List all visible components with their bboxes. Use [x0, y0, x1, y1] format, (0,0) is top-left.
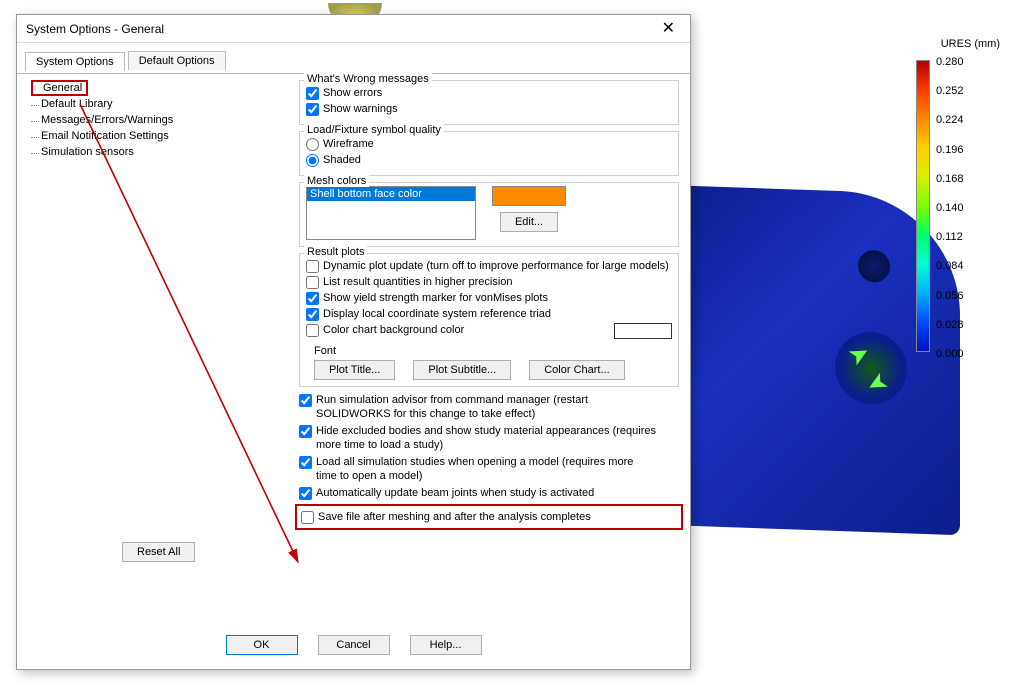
font-label: Font — [314, 345, 672, 357]
hide-excluded-label: Hide excluded bodies and show study mate… — [316, 424, 656, 452]
mesh-color-item[interactable]: Shell bottom face color — [307, 187, 475, 201]
legend-gradient-bar — [916, 60, 930, 352]
wireframe-radio[interactable] — [306, 138, 319, 151]
load-fixture-group: Load/Fixture symbol quality Wireframe Sh… — [299, 131, 679, 176]
legend-title: URES (mm) — [936, 38, 1000, 50]
plot-title-button[interactable]: Plot Title... — [314, 360, 395, 380]
dialog-title: System Options - General — [26, 15, 164, 43]
color-bg-label: Color chart background color — [323, 323, 464, 337]
show-errors-label: Show errors — [323, 86, 382, 100]
tree-item-email[interactable]: Email Notification Settings — [31, 128, 256, 144]
run-advisor-checkbox[interactable] — [299, 394, 312, 407]
show-warnings-label: Show warnings — [323, 102, 398, 116]
bg-color-swatch — [614, 323, 672, 339]
color-swatch — [492, 186, 566, 206]
save-after-label: Save file after meshing and after the an… — [318, 510, 591, 524]
fea-model-render: ➤ ➤ — [660, 185, 960, 535]
auto-beam-label: Automatically update beam joints when st… — [316, 486, 594, 500]
settings-panel: What's Wrong messages Show errors Show w… — [299, 80, 679, 529]
legend-tick: 0.252 — [936, 85, 964, 114]
shaded-label: Shaded — [323, 153, 361, 167]
legend-tick: 0.028 — [936, 319, 964, 348]
plot-subtitle-button[interactable]: Plot Subtitle... — [413, 360, 511, 380]
dialog-button-row: OK Cancel Help... — [17, 635, 690, 655]
legend-tick: 0.056 — [936, 290, 964, 319]
legend-tick: 0.196 — [936, 144, 964, 173]
cancel-button[interactable]: Cancel — [318, 635, 390, 655]
legend-tick: 0.000 — [936, 348, 964, 377]
tab-system-options[interactable]: System Options — [25, 52, 125, 71]
tree-item-general[interactable]: General — [31, 80, 88, 96]
high-precision-checkbox[interactable] — [306, 276, 319, 289]
legend-tick: 0.280 — [936, 56, 964, 85]
shaded-radio[interactable] — [306, 154, 319, 167]
yield-marker-label: Show yield strength marker for vonMises … — [323, 291, 548, 305]
tab-default-options[interactable]: Default Options — [128, 51, 226, 70]
local-triad-label: Display local coordinate system referenc… — [323, 307, 551, 321]
legend-tick: 0.168 — [936, 173, 964, 202]
high-precision-label: List result quantities in higher precisi… — [323, 275, 513, 289]
yield-marker-checkbox[interactable] — [306, 292, 319, 305]
color-bg-checkbox[interactable] — [306, 324, 319, 337]
reset-all-button[interactable]: Reset All — [122, 542, 195, 562]
load-all-label: Load all simulation studies when opening… — [316, 455, 656, 483]
tab-row: System Options Default Options — [25, 51, 690, 73]
result-color-legend: URES (mm) 0.280 0.252 0.224 0.196 0.168 … — [936, 38, 1000, 56]
group-title: Load/Fixture symbol quality — [304, 124, 444, 136]
result-plots-group: Result plots Dynamic plot update (turn o… — [299, 253, 679, 387]
show-warnings-checkbox[interactable] — [306, 103, 319, 116]
model-hole — [858, 250, 890, 283]
dynamic-update-label: Dynamic plot update (turn off to improve… — [323, 259, 669, 273]
system-options-dialog: System Options - General ✕ System Option… — [16, 14, 691, 670]
tree-item-messages[interactable]: Messages/Errors/Warnings — [31, 112, 256, 128]
run-advisor-label: Run simulation advisor from command mana… — [316, 393, 656, 421]
group-title: Result plots — [304, 246, 367, 258]
hide-excluded-checkbox[interactable] — [299, 425, 312, 438]
auto-beam-checkbox[interactable] — [299, 487, 312, 500]
mesh-colors-group: Mesh colors Shell bottom face color Edit… — [299, 182, 679, 247]
legend-tick: 0.224 — [936, 114, 964, 143]
help-button[interactable]: Help... — [410, 635, 482, 655]
model-fixture-region — [835, 331, 907, 406]
group-title: What's Wrong messages — [304, 73, 432, 85]
legend-tick: 0.140 — [936, 202, 964, 231]
close-icon[interactable]: ✕ — [656, 15, 681, 43]
edit-color-button[interactable]: Edit... — [500, 212, 558, 232]
ok-button[interactable]: OK — [226, 635, 298, 655]
wireframe-label: Wireframe — [323, 137, 374, 151]
legend-ticks: 0.280 0.252 0.224 0.196 0.168 0.140 0.11… — [936, 56, 964, 377]
tree-item-sim-sensors[interactable]: Simulation sensors — [31, 144, 256, 160]
dynamic-update-checkbox[interactable] — [306, 260, 319, 273]
color-chart-button[interactable]: Color Chart... — [529, 360, 624, 380]
group-title: Mesh colors — [304, 175, 369, 187]
local-triad-checkbox[interactable] — [306, 308, 319, 321]
tab-content: General Default Library Messages/Errors/… — [17, 73, 690, 639]
show-errors-checkbox[interactable] — [306, 87, 319, 100]
legend-tick: 0.084 — [936, 260, 964, 289]
extra-options: Run simulation advisor from command mana… — [299, 393, 679, 526]
load-all-checkbox[interactable] — [299, 456, 312, 469]
mesh-colors-listbox[interactable]: Shell bottom face color — [306, 186, 476, 240]
tree-item-default-library[interactable]: Default Library — [31, 96, 256, 112]
legend-tick: 0.112 — [936, 231, 964, 260]
options-tree: General Default Library Messages/Errors/… — [31, 80, 256, 160]
dialog-titlebar: System Options - General ✕ — [17, 15, 690, 43]
whats-wrong-group: What's Wrong messages Show errors Show w… — [299, 80, 679, 125]
save-after-checkbox[interactable] — [301, 511, 314, 524]
